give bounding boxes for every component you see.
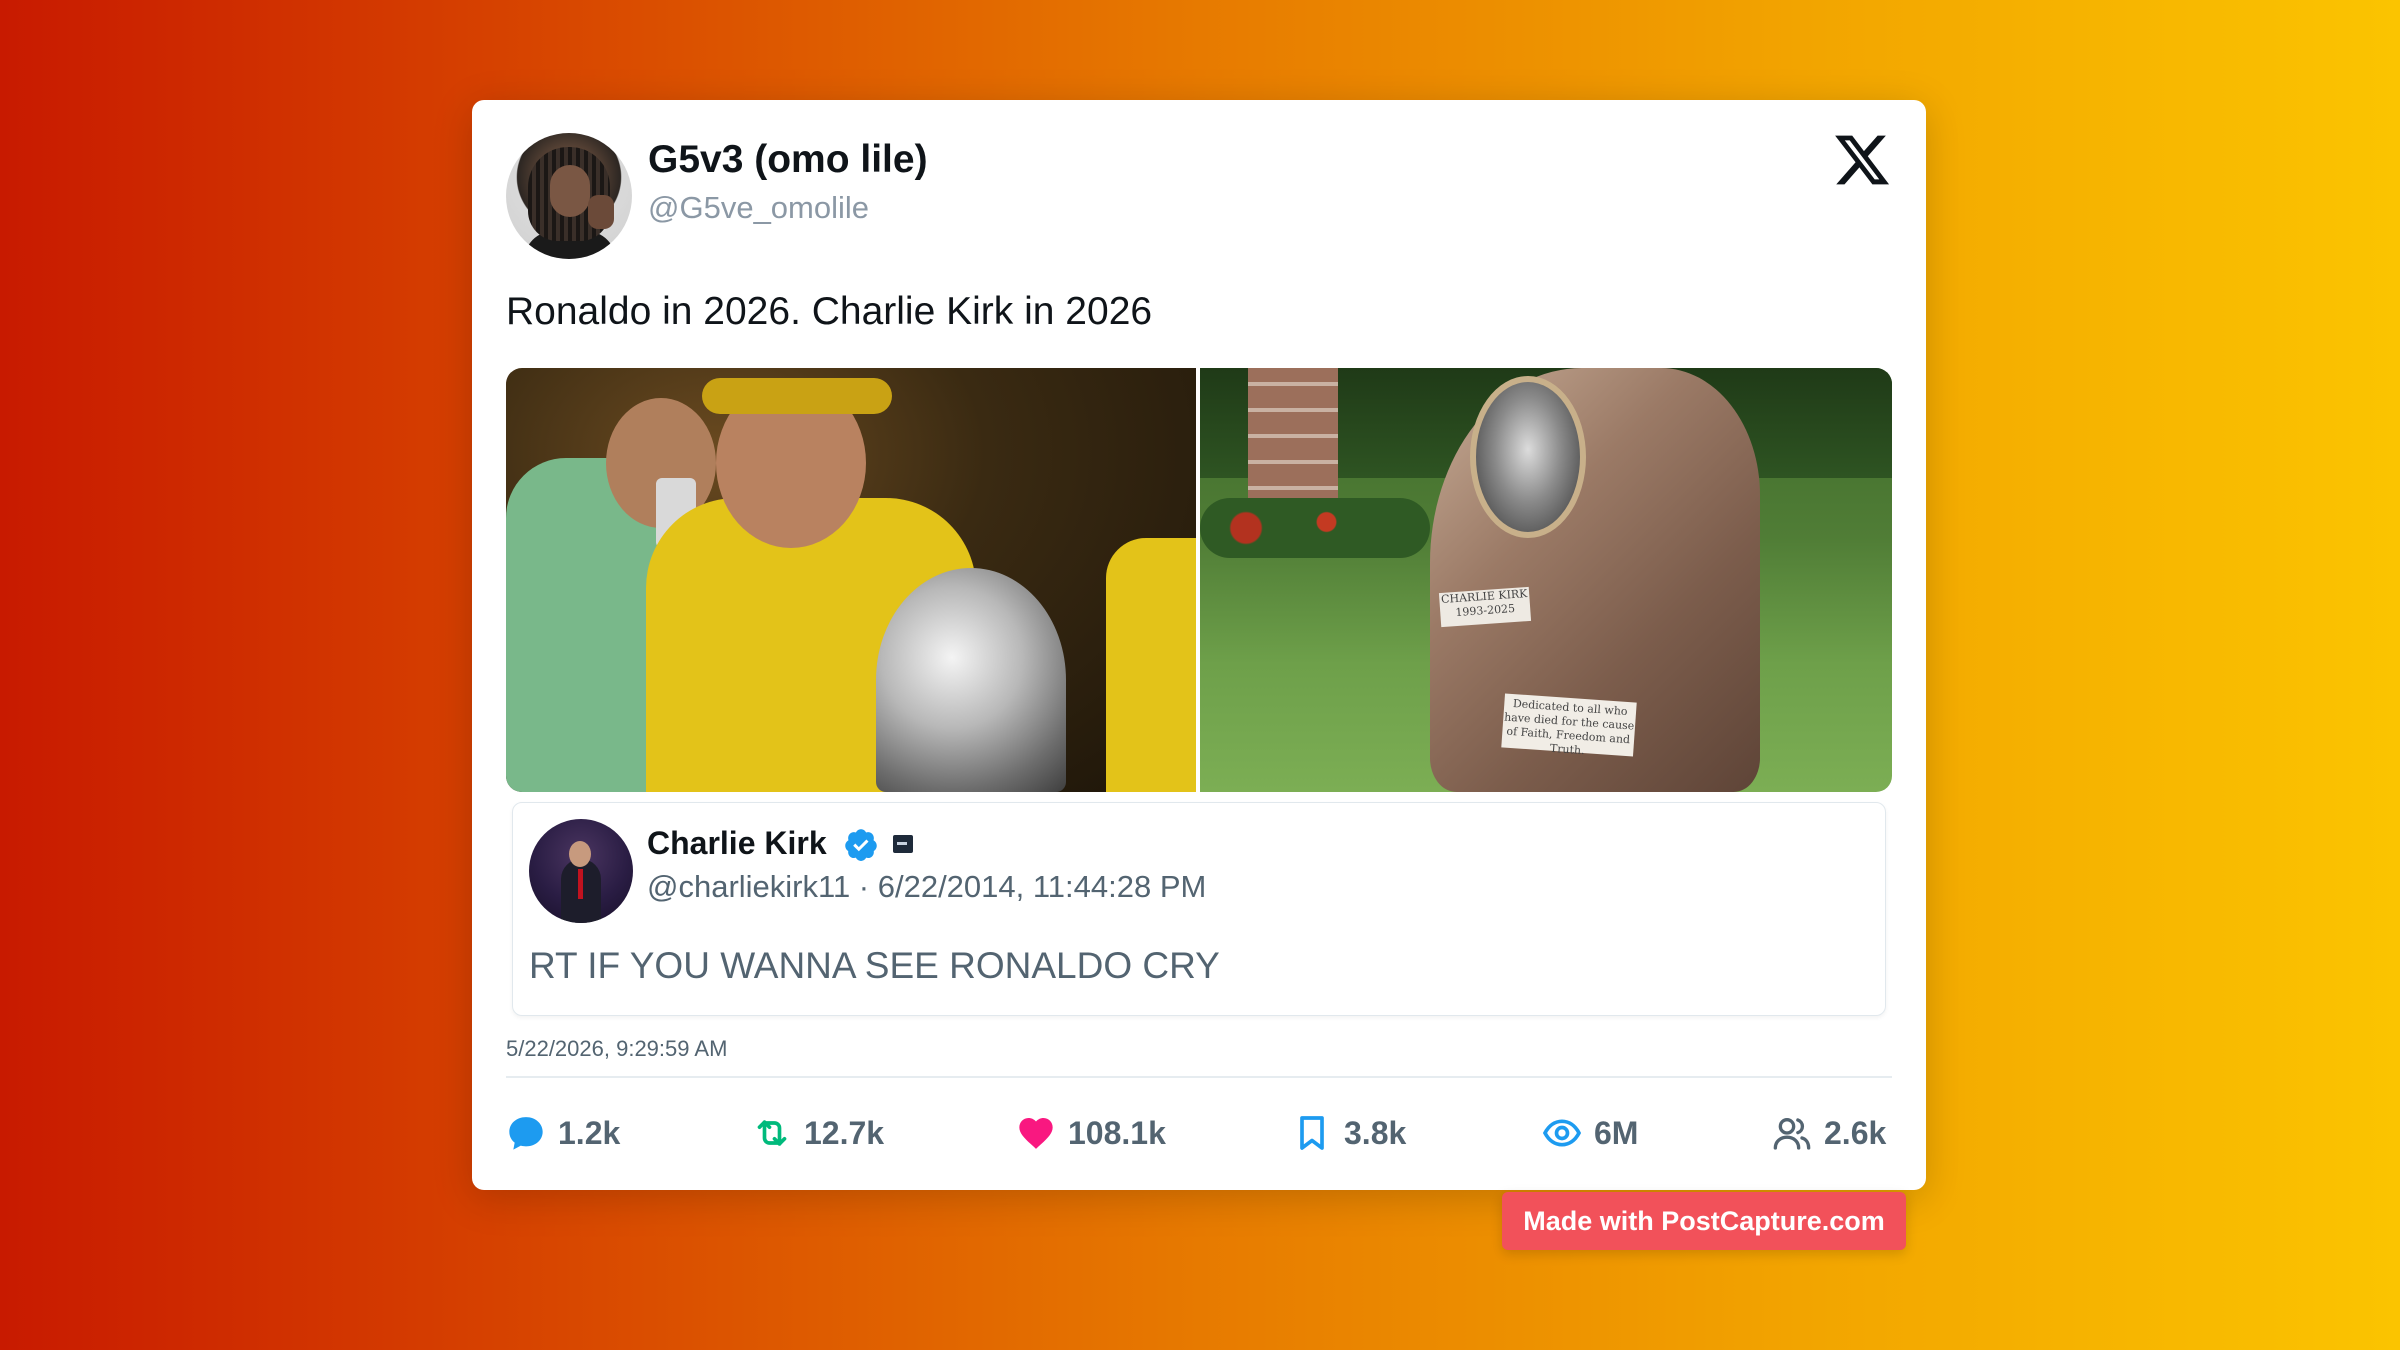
media-image-memorial[interactable]: CHARLIE KIRK 1993-2025 Dedicated to all w…	[1200, 368, 1892, 792]
retweet-icon	[757, 1120, 787, 1146]
views-stat[interactable]: 6M	[1542, 1108, 1638, 1158]
retweet-count: 12.7k	[804, 1114, 885, 1151]
heart-icon	[1019, 1118, 1053, 1149]
quoted-author-name[interactable]: Charlie Kirk	[647, 825, 827, 862]
watermark-badge[interactable]: Made with PostCapture.com	[1502, 1192, 1906, 1250]
reply-count: 1.2k	[558, 1114, 621, 1151]
author-name[interactable]: G5v3 (omo lile)	[648, 138, 928, 182]
memorial-plaque-name: CHARLIE KIRK 1993-2025	[1438, 586, 1532, 628]
bookmark-stat[interactable]: 3.8k	[1292, 1108, 1406, 1158]
x-logo-icon	[1835, 135, 1890, 185]
affiliation-badge-icon	[893, 835, 913, 853]
quoted-author-avatar[interactable]	[529, 819, 633, 923]
divider	[506, 1076, 1892, 1078]
quoted-handle-time[interactable]: @charliekirk11 · 6/22/2014, 11:44:28 PM	[647, 869, 1206, 905]
followers-stat[interactable]: 2.6k	[1772, 1108, 1886, 1158]
tweet-media: CHARLIE KIRK 1993-2025 Dedicated to all w…	[506, 368, 1892, 792]
quoted-tweet[interactable]: Charlie Kirk @charliekirk11 · 6/22/2014,…	[512, 802, 1886, 1016]
followers-count: 2.6k	[1824, 1114, 1887, 1151]
retweet-stat[interactable]: 12.7k	[752, 1108, 884, 1158]
views-count: 6M	[1594, 1114, 1639, 1151]
tweet-card: G5v3 (omo lile) @G5ve_omolile Ronaldo in…	[472, 100, 1926, 1190]
tweet-timestamp[interactable]: 5/22/2026, 9:29:59 AM	[506, 1036, 727, 1062]
bookmark-count: 3.8k	[1344, 1114, 1407, 1151]
bookmark-icon	[1300, 1116, 1324, 1150]
verified-badge-icon	[845, 829, 877, 861]
tweet-text: Ronaldo in 2026. Charlie Kirk in 2026	[506, 290, 1153, 333]
like-stat[interactable]: 108.1k	[1016, 1108, 1166, 1158]
quoted-text: RT IF YOU WANNA SEE RONALDO CRY	[529, 945, 1220, 986]
reply-stat[interactable]: 1.2k	[506, 1108, 620, 1158]
media-image-ronaldo[interactable]	[506, 368, 1196, 792]
author-avatar[interactable]	[506, 133, 632, 259]
author-handle[interactable]: @G5ve_omolile	[648, 190, 869, 226]
like-count: 108.1k	[1068, 1114, 1166, 1151]
users-icon	[1773, 1118, 1811, 1150]
memorial-plaque-dedication: Dedicated to all who have died for the c…	[1501, 693, 1637, 757]
reply-icon	[509, 1117, 543, 1150]
eye-icon	[1542, 1119, 1582, 1147]
